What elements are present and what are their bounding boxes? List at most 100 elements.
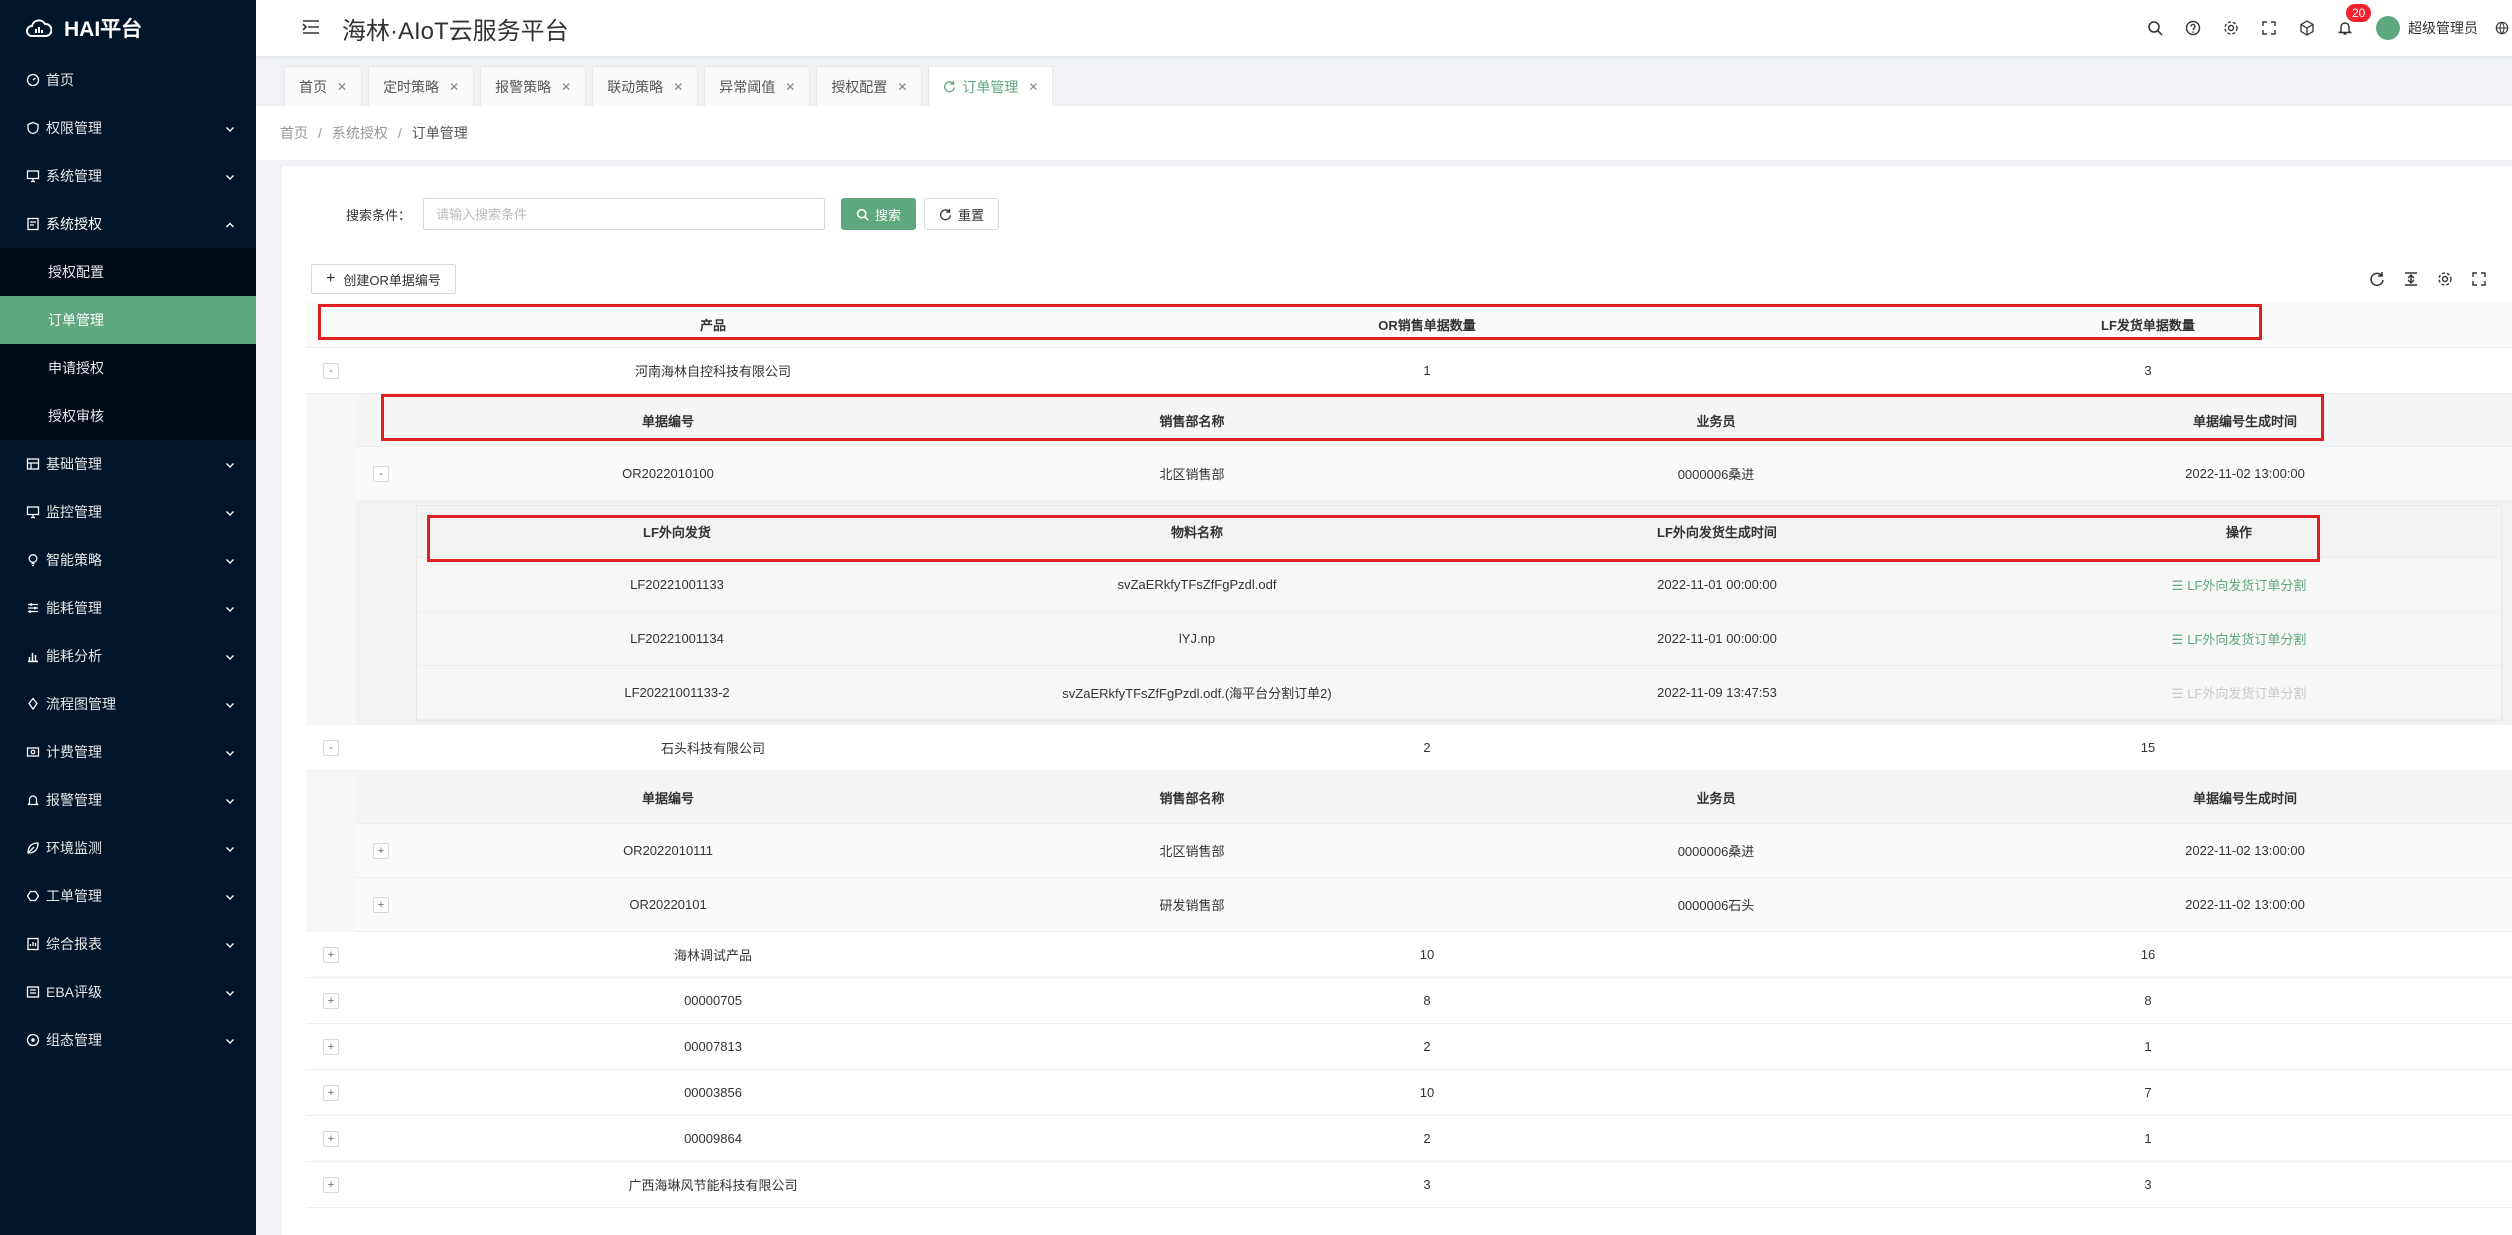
nested-column-header[interactable]: 单据编号 xyxy=(406,788,930,807)
table-row[interactable]: + 海林调试产品 10 16 xyxy=(306,932,2512,978)
sidebar-item-9[interactable]: 流程图管理 xyxy=(0,680,256,728)
close-icon[interactable]: ✕ xyxy=(785,80,795,94)
reset-button[interactable]: 重置 xyxy=(924,198,1000,230)
sidebar-subitem-1[interactable]: 订单管理 xyxy=(0,296,256,344)
tab-3[interactable]: 联动策略 ✕ xyxy=(592,66,699,106)
shipment-column-header[interactable]: 物料名称 xyxy=(937,522,1457,541)
reload-icon[interactable] xyxy=(2360,266,2394,292)
logo[interactable]: HAI平台 xyxy=(0,0,256,56)
sidebar-item-14[interactable]: 综合报表 xyxy=(0,920,256,968)
table-row[interactable]: - 河南海林自控科技有限公司 1 3 xyxy=(306,348,2512,394)
shipment-column-header[interactable]: LF外向发货生成时间 xyxy=(1457,522,1977,541)
fullscreen-icon[interactable] xyxy=(2250,0,2288,56)
search-input[interactable] xyxy=(423,198,826,230)
close-icon[interactable]: ✕ xyxy=(673,80,683,94)
sidebar-item-5[interactable]: 监控管理 xyxy=(0,488,256,536)
sidebar-item-1[interactable]: 权限管理 xyxy=(0,104,256,152)
sidebar-subitem-3[interactable]: 授权审核 xyxy=(0,392,256,440)
nested-column-header[interactable]: 单据编号 xyxy=(406,411,930,430)
table-fullscreen-icon[interactable] xyxy=(2462,266,2496,292)
avatar[interactable] xyxy=(2376,16,2400,40)
tab-6[interactable]: 订单管理 ✕ xyxy=(928,66,1054,106)
expand-row-button[interactable]: + xyxy=(323,1130,339,1147)
sidebar-item-2[interactable]: 系统管理 xyxy=(0,152,256,200)
nested-row[interactable]: + OR2022010111 北区销售部 0000006桑进 2022-11-02 13… xyxy=(356,824,2512,878)
breadcrumb-item-1[interactable]: 系统授权 xyxy=(332,123,388,143)
expand-row-button[interactable]: + xyxy=(323,1084,339,1101)
sidebar-item-12[interactable]: 环境监测 xyxy=(0,824,256,872)
close-icon[interactable]: ✕ xyxy=(1028,80,1038,94)
user-name[interactable]: 超级管理员 xyxy=(2408,18,2478,38)
shipment-column-header[interactable]: LF外向发货 xyxy=(417,522,937,541)
split-order-link[interactable]: ☰ LF外向发货订单分割 xyxy=(2172,578,2307,593)
tab-2[interactable]: 报警策略 ✕ xyxy=(480,66,587,106)
sidebar-item-16[interactable]: 组态管理 xyxy=(0,1016,256,1064)
nested-column-header[interactable]: 销售部名称 xyxy=(930,788,1454,807)
collapse-row-button[interactable]: - xyxy=(323,362,339,379)
table-row[interactable]: + 广西海琳风节能科技有限公司 3 3 xyxy=(306,1162,2512,1208)
sidebar-item-8[interactable]: 能耗分析 xyxy=(0,632,256,680)
expand-row-button[interactable]: + xyxy=(323,992,339,1009)
help-icon[interactable] xyxy=(2174,0,2212,56)
sidebar-item-11[interactable]: 报警管理 xyxy=(0,776,256,824)
search-button[interactable]: 搜索 xyxy=(841,198,917,230)
shipment-row[interactable]: LF20221001133 svZaERkfyTFsZfFgPzdl.odf 202… xyxy=(417,558,2501,612)
settings-icon[interactable] xyxy=(2212,0,2250,56)
table-row[interactable]: +00000705 8 8 xyxy=(306,978,2512,1024)
create-or-button[interactable]: + 创建OR单据编号 xyxy=(311,264,456,294)
close-icon[interactable]: ✕ xyxy=(897,80,907,94)
refresh-icon[interactable] xyxy=(943,80,956,93)
nested-row[interactable]: + OR20220101 研发销售部 0000006石头 2022-11-02 13:0… xyxy=(356,878,2512,932)
cube-icon[interactable] xyxy=(2288,0,2326,56)
nested-column-header[interactable]: 业务员 xyxy=(1454,411,1978,430)
column-header[interactable]: OR销售单据数量 xyxy=(1070,315,1784,334)
globe-icon[interactable] xyxy=(2492,0,2512,56)
breadcrumb-item-0[interactable]: 首页 xyxy=(280,123,308,143)
tab-1[interactable]: 定时策略 ✕ xyxy=(368,66,475,106)
close-icon[interactable]: ✕ xyxy=(561,80,571,94)
sidebar-item-4[interactable]: 基础管理 xyxy=(0,440,256,488)
collapse-row-button[interactable]: - xyxy=(373,465,389,482)
sidebar-item-0[interactable]: 首页 xyxy=(0,56,256,104)
column-settings-icon[interactable] xyxy=(2428,266,2462,292)
density-icon[interactable] xyxy=(2394,266,2428,292)
split-order-link[interactable]: ☰ LF外向发货订单分割 xyxy=(2172,632,2307,647)
collapse-row-button[interactable]: - xyxy=(323,739,339,756)
sidebar-item-3[interactable]: 系统授权 xyxy=(0,200,256,248)
table-row[interactable]: - 石头科技有限公司 2 15 xyxy=(306,725,2512,771)
expand-row-button[interactable]: + xyxy=(373,842,389,859)
tab-5[interactable]: 授权配置 ✕ xyxy=(816,66,923,106)
sidebar-item-7[interactable]: 能耗管理 xyxy=(0,584,256,632)
nested-column-header[interactable]: 单据编号生成时间 xyxy=(1978,788,2512,807)
expand-row-button[interactable]: + xyxy=(323,1176,339,1193)
menu-fold-icon[interactable] xyxy=(302,19,320,38)
bell-icon[interactable]: 20 xyxy=(2326,0,2372,56)
salesperson-cell: 0000006石头 xyxy=(1677,898,1755,913)
search-icon[interactable] xyxy=(2136,0,2174,56)
nested-row[interactable]: - OR2022010100 北区销售部 0000006桑进 2022-11-02 13… xyxy=(356,447,2512,501)
sidebar-item-15[interactable]: EBA评级 xyxy=(0,968,256,1016)
shipment-row[interactable]: LF20221001134 lYJ.np 2022-11-01 00:00:00 ☰ L… xyxy=(417,612,2501,666)
shipment-column-header[interactable]: 操作 xyxy=(1977,522,2501,541)
sidebar-subitem-2[interactable]: 申请授权 xyxy=(0,344,256,392)
close-icon[interactable]: ✕ xyxy=(449,80,459,94)
table-row[interactable]: +00007813 2 1 xyxy=(306,1024,2512,1070)
expand-row-button[interactable]: + xyxy=(323,946,339,963)
sidebar-subitem-0[interactable]: 授权配置 xyxy=(0,248,256,296)
expand-row-button[interactable]: + xyxy=(323,1038,339,1055)
nested-column-header[interactable]: 业务员 xyxy=(1454,788,1978,807)
nested-column-header[interactable]: 销售部名称 xyxy=(930,411,1454,430)
tab-4[interactable]: 异常阈值 ✕ xyxy=(704,66,811,106)
column-header[interactable]: 产品 xyxy=(356,315,1070,334)
table-row[interactable]: +00009864 2 1 xyxy=(306,1116,2512,1162)
sidebar-item-10[interactable]: 计费管理 xyxy=(0,728,256,776)
sidebar-item-13[interactable]: 工单管理 xyxy=(0,872,256,920)
table-row[interactable]: +00003856 10 7 xyxy=(306,1070,2512,1116)
nested-column-header[interactable]: 单据编号生成时间 xyxy=(1978,411,2512,430)
close-icon[interactable]: ✕ xyxy=(337,80,347,94)
shipment-row[interactable]: LF20221001133-2 svZaERkfyTFsZfFgPzdl.odf.… xyxy=(417,666,2501,720)
tab-0[interactable]: 首页 ✕ xyxy=(284,66,363,106)
expand-row-button[interactable]: + xyxy=(373,896,389,913)
column-header[interactable]: LF发货单据数量 xyxy=(1784,315,2512,334)
sidebar-item-6[interactable]: 智能策略 xyxy=(0,536,256,584)
